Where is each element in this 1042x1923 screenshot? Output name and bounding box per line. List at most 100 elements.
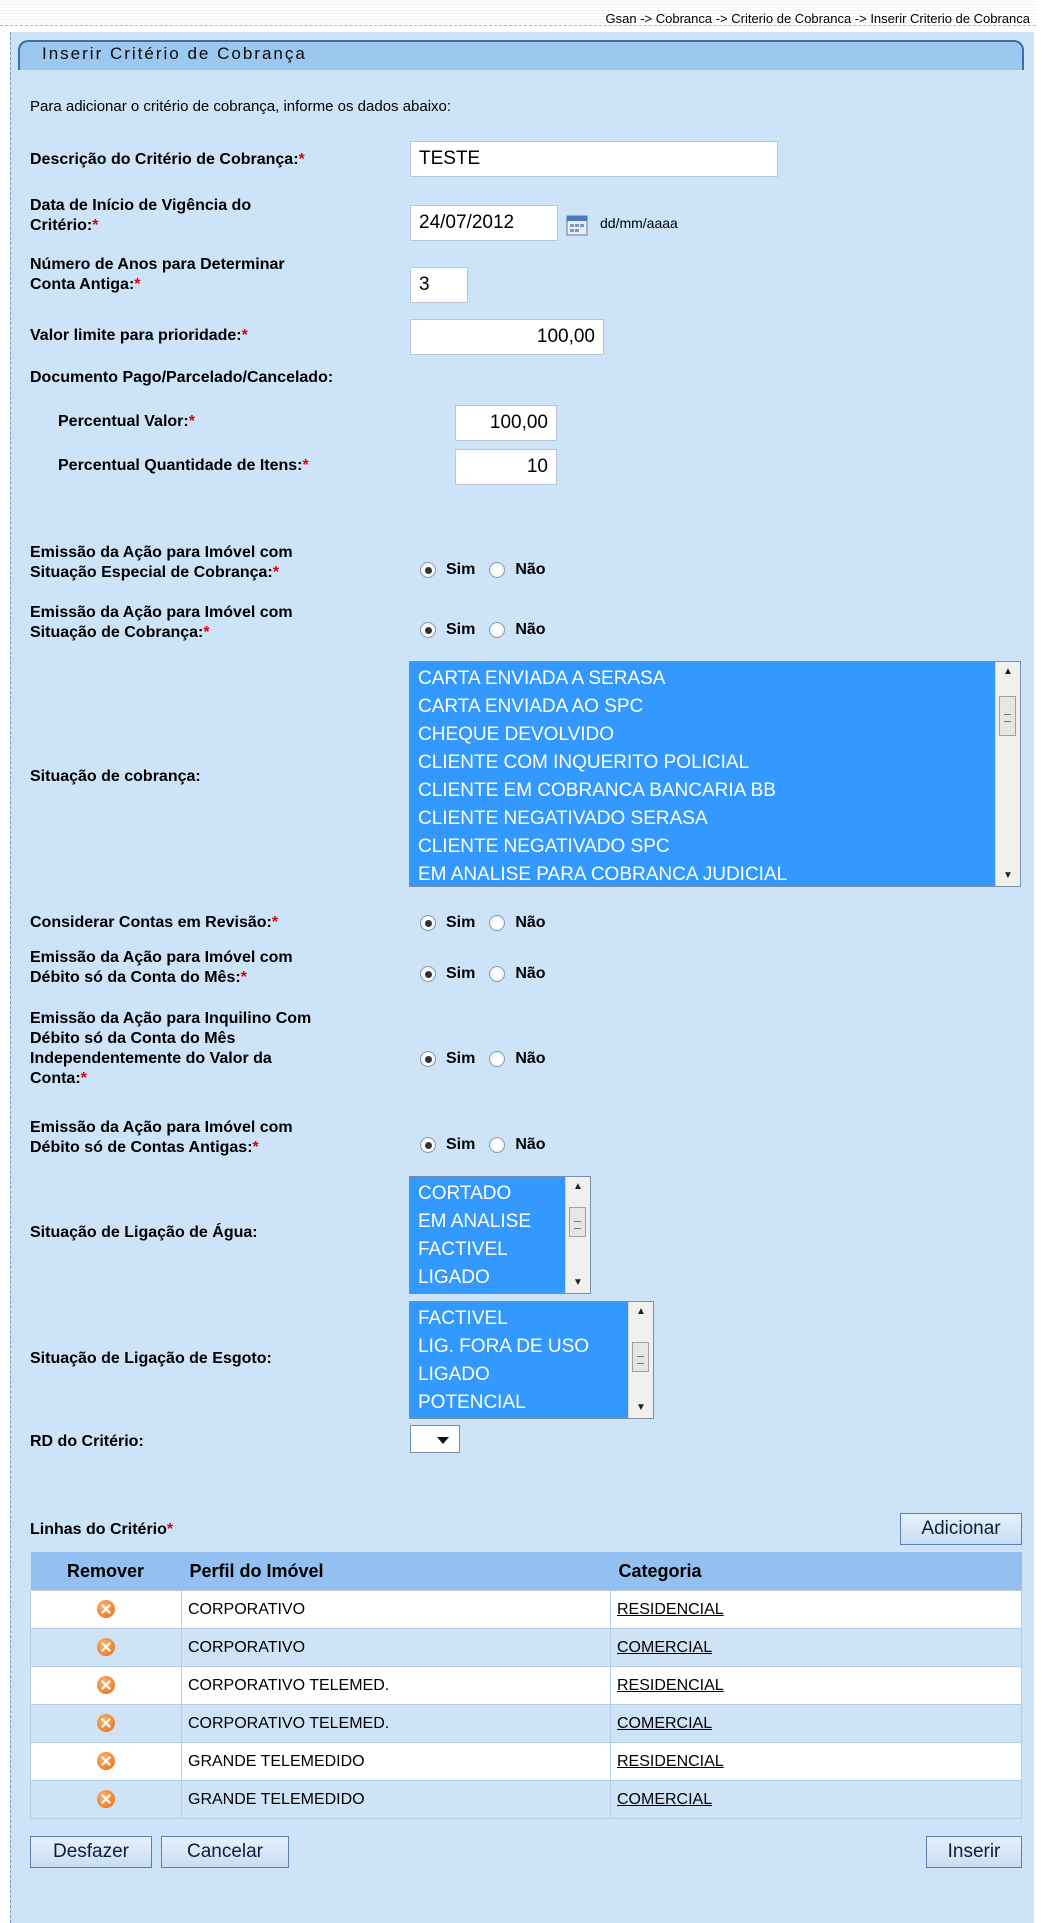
ligacao-agua-listbox[interactable]: CORTADO EM ANALISE FACTIVEL LIGADO ▲ ▼ — [409, 1176, 591, 1294]
table-row: GRANDE TELEMEDIDO RESIDENCIAL — [30, 1742, 1022, 1781]
adicionar-button[interactable]: Adicionar — [900, 1513, 1022, 1545]
scroll-down-icon[interactable]: ▼ — [629, 1398, 653, 1418]
scroll-up-icon[interactable]: ▲ — [996, 662, 1020, 682]
list-item[interactable]: CLIENTE NEGATIVADO SPC — [410, 833, 996, 861]
list-item[interactable]: CLIENTE NEGATIVADO SERASA — [410, 805, 996, 833]
contas-revisao-nao-radio[interactable] — [489, 915, 506, 931]
list-item[interactable]: CLIENTE COM INQUERITO POLICIAL — [410, 749, 996, 777]
remove-icon[interactable] — [96, 1676, 115, 1695]
list-item[interactable]: EM ANALISE PARA COBRANCA JUDICIAL — [410, 861, 996, 886]
scroll-thumb[interactable] — [632, 1342, 649, 1372]
intro-text: Para adicionar o critério de cobrança, i… — [30, 98, 452, 115]
table-row: CORPORATIVO RESIDENCIAL — [30, 1590, 1022, 1629]
anos-conta-antiga-label: Número de Anos para Determinar Conta Anti… — [30, 256, 285, 293]
chevron-down-icon — [437, 1437, 449, 1444]
list-item[interactable]: LIG. FORA DE USO — [410, 1333, 629, 1361]
table-row: GRANDE TELEMEDIDO COMERCIAL — [30, 1780, 1022, 1819]
contas-revisao-radio-group: Sim Não — [420, 914, 560, 932]
ligacao-esgoto-label: Situação de Ligação de Esgoto: — [30, 1350, 272, 1367]
situacao-cobranca-listbox[interactable]: CARTA ENVIADA A SERASA CARTA ENVIADA AO … — [409, 661, 1021, 887]
page-title: Inserir Critério de Cobrança — [42, 44, 307, 63]
scroll-up-icon[interactable]: ▲ — [566, 1177, 590, 1197]
breadcrumb: Gsan -> Cobranca -> Criterio de Cobranca… — [0, 0, 1036, 26]
debito-conta-mes-radio-group: Sim Não — [420, 965, 560, 983]
inquilino-radio-group: Sim Não — [420, 1050, 560, 1068]
contas-antigas-label: Emissão da Ação para Imóvel com Débito só… — [30, 1119, 293, 1156]
situacao-cobranca-emissao-label: Emissão da Ação para Imóvel com Situação … — [30, 604, 293, 641]
documento-label: Documento Pago/Parcelado/Cancelado: — [30, 369, 334, 386]
remove-icon[interactable] — [96, 1790, 115, 1809]
contas-antigas-nao-radio[interactable] — [489, 1137, 506, 1153]
remove-icon[interactable] — [96, 1714, 115, 1733]
categoria-link[interactable]: COMERCIAL — [617, 1715, 712, 1732]
debito-conta-mes-sim-radio[interactable] — [420, 966, 436, 982]
table-row: CORPORATIVO COMERCIAL — [30, 1628, 1022, 1667]
inserir-button[interactable]: Inserir — [926, 1836, 1022, 1868]
date-format-hint: dd/mm/aaaa — [600, 215, 678, 231]
situacao-especial-sim-radio[interactable] — [420, 562, 436, 578]
data-inicio-label: Data de Início de Vigência do Critério:* — [30, 197, 252, 234]
situacao-especial-label: Emissão da Ação para Imóvel com Situação … — [30, 544, 293, 581]
list-item[interactable]: FACTIVEL — [410, 1305, 629, 1333]
table-row: CORPORATIVO TELEMED. COMERCIAL — [30, 1704, 1022, 1743]
list-item[interactable]: CARTA ENVIADA AO SPC — [410, 693, 996, 721]
inquilino-sim-radio[interactable] — [420, 1051, 436, 1067]
scroll-thumb[interactable] — [999, 696, 1016, 736]
list-item[interactable]: FACTIVEL — [410, 1236, 566, 1264]
remove-icon[interactable] — [96, 1752, 115, 1771]
scroll-up-icon[interactable]: ▲ — [629, 1302, 653, 1322]
scroll-down-icon[interactable]: ▼ — [566, 1273, 590, 1293]
remove-icon[interactable] — [96, 1638, 115, 1657]
ligacao-esgoto-listbox[interactable]: FACTIVEL LIG. FORA DE USO LIGADO POTENCI… — [409, 1301, 654, 1419]
list-item[interactable]: EM ANALISE — [410, 1208, 566, 1236]
percentual-quantidade-label: Percentual Quantidade de Itens:* — [58, 457, 309, 474]
ligacao-agua-label: Situação de Ligação de Água: — [30, 1224, 258, 1241]
scroll-thumb[interactable] — [569, 1207, 586, 1237]
contas-revisao-label: Considerar Contas em Revisão:* — [30, 914, 279, 931]
categoria-link[interactable]: RESIDENCIAL — [617, 1677, 724, 1694]
scroll-down-icon[interactable]: ▼ — [996, 866, 1020, 886]
cancelar-button[interactable]: Cancelar — [161, 1836, 289, 1868]
column-header-categoria: Categoria — [610, 1552, 1022, 1591]
contas-revisao-sim-radio[interactable] — [420, 915, 436, 931]
situacao-cobranca-nao-radio[interactable] — [489, 622, 506, 638]
column-header-perfil: Perfil do Imóvel — [181, 1552, 611, 1591]
anos-conta-antiga-input[interactable]: 3 — [410, 267, 468, 303]
list-item[interactable]: CORTADO — [410, 1180, 566, 1208]
contas-antigas-sim-radio[interactable] — [420, 1137, 436, 1153]
situacao-especial-nao-radio[interactable] — [489, 562, 506, 578]
situacao-cobranca-sim-radio[interactable] — [420, 622, 436, 638]
list-item[interactable]: POTENCIAL — [410, 1389, 629, 1417]
valor-limite-label: Valor limite para prioridade:* — [30, 327, 248, 344]
list-item[interactable]: CARTA ENVIADA A SERASA — [410, 665, 996, 693]
linhas-criterio-title: Linhas do Critério* — [30, 1521, 174, 1538]
scrollbar[interactable]: ▲ ▼ — [995, 662, 1020, 886]
list-item[interactable]: LIGADO — [410, 1361, 629, 1389]
situacao-especial-radio-group: Sim Não — [420, 561, 560, 579]
calendar-icon[interactable] — [566, 214, 588, 236]
inquilino-nao-radio[interactable] — [489, 1051, 506, 1067]
percentual-quantidade-input[interactable]: 10 — [455, 449, 557, 485]
percentual-valor-input[interactable]: 100,00 — [455, 405, 557, 441]
data-inicio-input[interactable]: 24/07/2012 — [410, 205, 558, 241]
situacao-cobranca-list-label: Situação de cobrança: — [30, 768, 201, 785]
title-bar: Inserir Critério de Cobrança — [18, 40, 1024, 70]
rd-criterio-select[interactable] — [410, 1425, 460, 1453]
categoria-link[interactable]: RESIDENCIAL — [617, 1753, 724, 1770]
debito-conta-mes-nao-radio[interactable] — [489, 966, 506, 982]
valor-limite-input[interactable]: 100,00 — [410, 319, 604, 355]
linhas-table: Remover Perfil do Imóvel Categoria CORPO… — [30, 1552, 1022, 1819]
scrollbar[interactable]: ▲ ▼ — [565, 1177, 590, 1293]
list-item[interactable]: LIGADO — [410, 1264, 566, 1292]
scrollbar[interactable]: ▲ ▼ — [628, 1302, 653, 1418]
list-item[interactable]: CLIENTE EM COBRANCA BANCARIA BB — [410, 777, 996, 805]
remove-icon[interactable] — [96, 1600, 115, 1619]
descricao-input[interactable]: TESTE — [410, 141, 778, 177]
list-item[interactable]: CHEQUE DEVOLVIDO — [410, 721, 996, 749]
desfazer-button[interactable]: Desfazer — [30, 1836, 152, 1868]
categoria-link[interactable]: RESIDENCIAL — [617, 1601, 724, 1618]
categoria-link[interactable]: COMERCIAL — [617, 1791, 712, 1808]
debito-conta-mes-label: Emissão da Ação para Imóvel com Débito só… — [30, 949, 293, 986]
categoria-link[interactable]: COMERCIAL — [617, 1639, 712, 1656]
descricao-label: Descrição do Critério de Cobrança:* — [30, 151, 305, 168]
